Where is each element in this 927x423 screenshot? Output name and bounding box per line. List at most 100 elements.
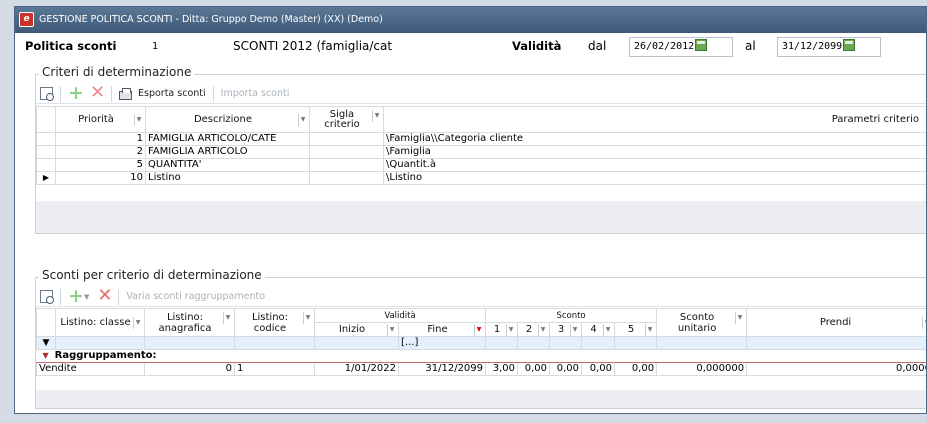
list-registry-column-header[interactable]: ▼ Listino: anagrafica bbox=[144, 308, 235, 337]
filter-cell[interactable] bbox=[549, 336, 583, 350]
policy-label: Politica sconti bbox=[25, 39, 117, 53]
discount-1-column-header[interactable]: ▼ 1 bbox=[485, 322, 519, 337]
preview-icon bbox=[40, 87, 54, 101]
criteria-empty-area bbox=[36, 201, 926, 233]
chevron-down-icon[interactable]: ▼ bbox=[298, 113, 307, 126]
criteria-toolbar: + ✕ Esporta sconti Importa sconti bbox=[36, 82, 926, 104]
delete-button[interactable]: ✕ bbox=[93, 287, 115, 306]
row-indicator bbox=[36, 158, 56, 172]
filter-cell[interactable] bbox=[746, 336, 926, 350]
chevron-down-icon[interactable]: ▼ bbox=[570, 323, 579, 336]
take-cell: 0,0000 bbox=[746, 362, 926, 376]
plus-icon: + bbox=[68, 285, 84, 307]
discount-2-column-header[interactable]: ▼ 2 bbox=[517, 322, 551, 337]
window-title: GESTIONE POLITICA SCONTI - Ditta: Gruppo… bbox=[39, 14, 383, 25]
printer-icon bbox=[119, 87, 132, 100]
list-class-column-header[interactable]: ▼ Listino: classe bbox=[55, 308, 145, 337]
chevron-down-icon[interactable]: ▼ bbox=[134, 113, 143, 126]
priority-column-header[interactable]: ▼ Priorità bbox=[55, 106, 146, 133]
vary-label: Varia sconti raggruppamento bbox=[126, 291, 266, 302]
delete-button[interactable]: ✕ bbox=[86, 84, 108, 103]
discount-5-cell: 0,00 bbox=[614, 362, 658, 376]
calendar-icon[interactable] bbox=[695, 39, 708, 51]
group-row[interactable]: ▼ Raggruppamento: bbox=[36, 349, 926, 363]
code-column-header[interactable]: ▼ Sigla criterio bbox=[309, 106, 384, 133]
add-button[interactable]: + ▼ bbox=[64, 285, 93, 307]
list-class-cell: Vendite bbox=[36, 362, 145, 376]
filter-cell[interactable] bbox=[314, 336, 399, 350]
filter-icon[interactable]: ▼ bbox=[36, 336, 56, 350]
chevron-down-icon[interactable]: ▼ bbox=[645, 323, 654, 336]
export-discounts-button[interactable]: Esporta sconti bbox=[115, 85, 210, 103]
discount-4-column-header[interactable]: ▼ 4 bbox=[581, 322, 616, 337]
from-date-field[interactable]: 26/02/2012 bbox=[629, 37, 733, 57]
chevron-down-icon[interactable]: ▼ bbox=[735, 311, 744, 324]
list-code-column-header[interactable]: ▼ Listino: codice bbox=[234, 308, 315, 337]
from-label: dal bbox=[588, 39, 607, 53]
code-cell bbox=[309, 145, 384, 159]
filter-cell[interactable] bbox=[234, 336, 315, 350]
table-row[interactable]: 1 FAMIGLIA ARTICOLO/CATE \Famiglia\\Cate… bbox=[36, 132, 926, 146]
table-row[interactable]: 5 QUANTITA' \Quantit.à bbox=[36, 158, 926, 172]
filter-cell[interactable] bbox=[614, 336, 658, 350]
priority-cell: 10 bbox=[55, 171, 146, 185]
vary-group-discounts-button[interactable]: Varia sconti raggruppamento bbox=[122, 288, 269, 306]
chevron-down-icon[interactable]: ▼ bbox=[506, 323, 515, 336]
description-cell: FAMIGLIA ARTICOLO/CATE bbox=[145, 132, 310, 146]
calendar-icon[interactable] bbox=[843, 39, 856, 51]
main-window: e GESTIONE POLITICA SCONTI - Ditta: Grup… bbox=[14, 6, 927, 414]
from-date-value: 26/02/2012 bbox=[634, 41, 695, 52]
end-column-header[interactable]: ▼ Fine bbox=[397, 322, 487, 337]
plus-icon: + bbox=[68, 82, 84, 104]
chevron-down-icon[interactable]: ▼ bbox=[303, 311, 312, 324]
end-filter-cell[interactable]: [...] bbox=[397, 336, 487, 350]
description-column-header[interactable]: ▼ Descrizione bbox=[145, 106, 310, 133]
import-discounts-button[interactable]: Importa sconti bbox=[217, 85, 294, 103]
table-row[interactable]: 2 FAMIGLIA ARTICOLO \Famiglia bbox=[36, 145, 926, 159]
validity-label: Validità bbox=[512, 39, 562, 53]
priority-cell: 1 bbox=[55, 132, 146, 146]
filter-icon[interactable]: ▼ bbox=[474, 323, 483, 336]
add-button[interactable]: + bbox=[64, 82, 86, 104]
chevron-down-icon[interactable]: ▼ bbox=[223, 311, 232, 324]
discount-3-column-header[interactable]: ▼ 3 bbox=[549, 322, 583, 337]
filter-cell[interactable] bbox=[517, 336, 551, 350]
discounts-group-title: Sconti per criterio di determinazione bbox=[39, 268, 265, 282]
preview-button[interactable] bbox=[36, 288, 57, 306]
table-row[interactable]: Vendite 0 1 1/01/2022 31/12/2099 3,00 0,… bbox=[36, 362, 926, 376]
start-column-header[interactable]: ▼ Inizio bbox=[314, 322, 399, 337]
chevron-down-icon[interactable]: ▼ bbox=[603, 323, 612, 336]
export-label: Esporta sconti bbox=[138, 88, 206, 99]
chevron-down-icon[interactable]: ▼ bbox=[922, 316, 926, 329]
discount-1-cell: 3,00 bbox=[485, 362, 519, 376]
to-label: al bbox=[745, 39, 756, 53]
chevron-down-icon[interactable]: ▼ bbox=[387, 323, 396, 336]
current-row-arrow-icon: ▶ bbox=[36, 171, 56, 185]
discount-5-column-header[interactable]: ▼ 5 bbox=[614, 322, 658, 337]
policy-code-field[interactable]: 1 bbox=[147, 37, 191, 57]
chevron-down-icon[interactable]: ▼ bbox=[84, 293, 89, 301]
preview-button[interactable] bbox=[36, 85, 57, 103]
chevron-down-icon[interactable]: ▼ bbox=[538, 323, 547, 336]
unit-discount-column-header[interactable]: ▼ Sconto unitario bbox=[656, 308, 748, 337]
start-cell: 1/01/2022 bbox=[314, 362, 399, 376]
priority-cell: 5 bbox=[55, 158, 146, 172]
table-row[interactable]: ▶ 10 Listino \Listino bbox=[36, 171, 926, 185]
chevron-down-icon[interactable]: ▼ bbox=[133, 316, 142, 329]
filter-cell[interactable] bbox=[656, 336, 748, 350]
to-date-field[interactable]: 31/12/2099 bbox=[777, 37, 881, 57]
filter-row[interactable]: ▼ [...] bbox=[36, 336, 926, 350]
code-cell bbox=[309, 158, 384, 172]
take-column-header[interactable]: ▼Prendi bbox=[746, 308, 926, 337]
filter-cell[interactable] bbox=[581, 336, 616, 350]
discounts-toolbar: + ▼ ✕ Varia sconti raggruppamento bbox=[36, 285, 926, 307]
code-cell bbox=[309, 171, 384, 185]
collapse-arrow-icon[interactable]: ▼ bbox=[43, 351, 49, 360]
chevron-down-icon[interactable]: ▼ bbox=[372, 109, 381, 122]
params-column-header[interactable]: Parametri criterio bbox=[383, 106, 926, 133]
filter-cell[interactable] bbox=[55, 336, 145, 350]
row-indicator bbox=[36, 145, 56, 159]
filter-cell[interactable] bbox=[485, 336, 519, 350]
row-indicator-header bbox=[36, 308, 56, 337]
filter-cell[interactable] bbox=[144, 336, 235, 350]
